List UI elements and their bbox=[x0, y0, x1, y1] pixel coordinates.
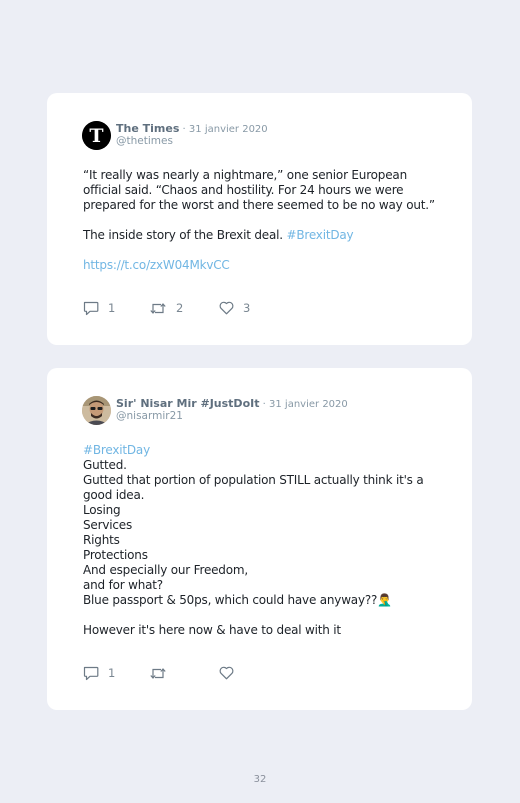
separator: · bbox=[259, 399, 270, 410]
tweet-header: The Times · 31 janvier 2020 bbox=[116, 122, 268, 135]
avatar[interactable] bbox=[82, 396, 111, 425]
avatar[interactable]: T bbox=[82, 121, 111, 150]
retweet-icon bbox=[150, 667, 166, 679]
tweet-date[interactable]: 31 janvier 2020 bbox=[189, 124, 268, 135]
author-name[interactable]: The Times bbox=[116, 122, 179, 135]
heart-icon bbox=[219, 666, 234, 680]
reply-icon bbox=[83, 666, 99, 680]
like-button[interactable]: 3 bbox=[219, 300, 250, 316]
text-line: However it's here now & have to deal wit… bbox=[83, 623, 341, 637]
retweet-icon bbox=[150, 302, 166, 314]
reply-button[interactable]: 1 bbox=[83, 665, 115, 681]
tweet-card: T The Times · 31 janvier 2020 @thetimes … bbox=[47, 93, 472, 345]
author-handle[interactable]: @nisarmir21 bbox=[116, 410, 183, 422]
retweet-button[interactable]: 2 bbox=[149, 300, 183, 316]
text-line: prepared for the worst and there seemed … bbox=[83, 198, 435, 212]
text-line: And especially our Freedom, bbox=[83, 563, 248, 577]
text-line: Gutted that portion of population STILL … bbox=[83, 473, 424, 487]
retweet-count: 2 bbox=[176, 301, 184, 315]
heart-icon bbox=[219, 301, 234, 315]
text-line: good idea. bbox=[83, 488, 145, 502]
reply-button[interactable]: 1 bbox=[83, 300, 115, 316]
text-segment: Blue passport & 50ps, which could have a… bbox=[83, 593, 378, 607]
tweet-text: #BrexitDay Gutted. Gutted that portion o… bbox=[83, 443, 453, 638]
text-line: Protections bbox=[83, 548, 148, 562]
text-line: and for what? bbox=[83, 578, 163, 592]
tweet-actions: 1 2 3 bbox=[83, 300, 383, 316]
reply-count: 1 bbox=[108, 666, 116, 680]
reply-count: 1 bbox=[108, 301, 116, 315]
separator: · bbox=[179, 124, 189, 135]
text-line: Losing bbox=[83, 503, 121, 517]
text-line: Gutted. bbox=[83, 458, 127, 472]
profile-photo bbox=[82, 396, 111, 425]
retweet-button[interactable] bbox=[149, 665, 176, 681]
text-line: official said. “Chaos and hostility. For… bbox=[83, 183, 404, 197]
tweet-header: Sir' Nisar Mir #JustDoIt · 31 janvier 20… bbox=[116, 397, 348, 410]
text-line: “It really was nearly a nightmare,” one … bbox=[83, 168, 407, 182]
tweet-date[interactable]: 31 janvier 2020 bbox=[269, 399, 348, 410]
tweet-card: Sir' Nisar Mir #JustDoIt · 31 janvier 20… bbox=[47, 368, 472, 710]
url-link[interactable]: https://t.co/zxW04MkvCC bbox=[83, 258, 453, 273]
text-segment: The inside story of the Brexit deal. bbox=[83, 228, 287, 242]
page-number: 32 bbox=[253, 774, 267, 785]
hashtag-link[interactable]: #BrexitDay bbox=[286, 228, 353, 242]
hashtag-link[interactable]: #BrexitDay bbox=[83, 443, 453, 458]
reply-icon bbox=[83, 301, 99, 315]
facepalm-emoji: 🤦‍♂️ bbox=[377, 593, 392, 607]
the-times-logo: T bbox=[82, 121, 111, 150]
text-line: The inside story of the Brexit deal. #Br… bbox=[83, 228, 453, 243]
like-count: 3 bbox=[243, 301, 251, 315]
like-button[interactable] bbox=[219, 665, 243, 681]
author-name[interactable]: Sir' Nisar Mir #JustDoIt bbox=[116, 397, 259, 410]
text-line: Blue passport & 50ps, which could have a… bbox=[83, 593, 453, 608]
text-line: Services bbox=[83, 518, 133, 532]
author-handle[interactable]: @thetimes bbox=[116, 135, 173, 147]
text-line: Rights bbox=[83, 533, 120, 547]
tweet-text: “It really was nearly a nightmare,” one … bbox=[83, 168, 453, 273]
svg-text:T: T bbox=[89, 125, 103, 147]
tweet-actions: 1 bbox=[83, 665, 383, 681]
